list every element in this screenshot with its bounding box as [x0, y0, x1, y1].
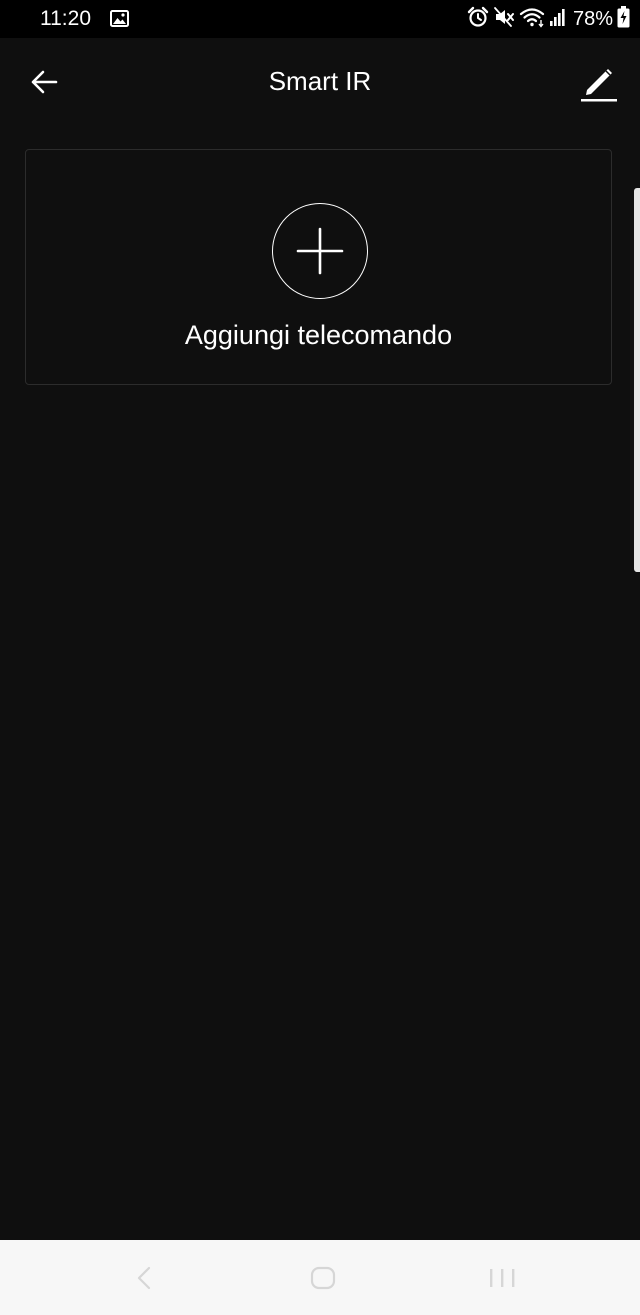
alarm-icon [467, 6, 489, 33]
nav-recents-button[interactable] [488, 1267, 518, 1294]
nav-home-button[interactable] [310, 1266, 336, 1295]
mute-icon [493, 6, 515, 33]
nav-home-icon [310, 1266, 336, 1290]
nav-back-button[interactable] [134, 1266, 154, 1295]
plus-icon [296, 227, 344, 275]
add-remote-button[interactable] [272, 203, 368, 299]
status-bar: 11:20 78% [0, 0, 640, 38]
edit-button[interactable] [578, 62, 620, 104]
status-time: 11:20 [40, 7, 91, 30]
wifi-icon [519, 6, 545, 33]
scrollbar[interactable] [634, 188, 640, 572]
signal-icon [549, 7, 567, 32]
pencil-icon [581, 69, 617, 102]
add-remote-card[interactable]: Aggiungi telecomando [25, 149, 612, 385]
nav-recents-icon [490, 1269, 515, 1287]
app-bar: Smart IR [0, 38, 640, 126]
add-remote-label: Aggiungi telecomando [184, 320, 453, 350]
nav-back-icon [137, 1266, 151, 1290]
page-title: Smart IR [268, 66, 372, 96]
system-nav-bar [0, 1240, 640, 1315]
battery-charging-icon [617, 5, 630, 33]
status-icons: 78% [467, 5, 630, 33]
battery-percent: 78% [572, 7, 613, 30]
gallery-icon [110, 10, 129, 32]
